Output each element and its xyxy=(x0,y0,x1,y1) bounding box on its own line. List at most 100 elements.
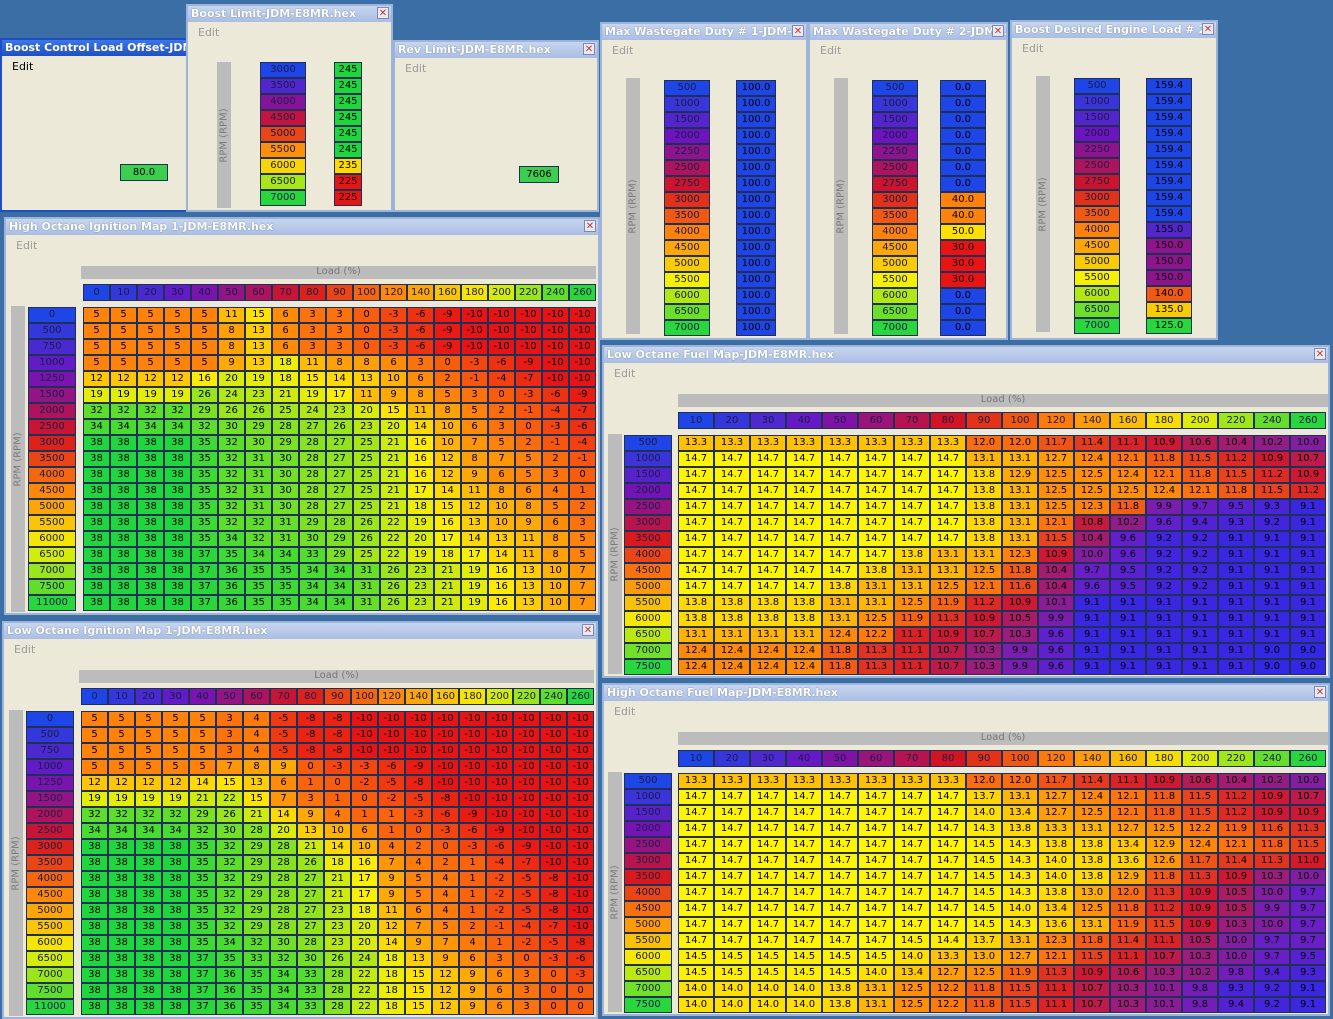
rpm-axis-cell[interactable]: 4500 xyxy=(1074,238,1120,254)
map-cell[interactable]: 37 xyxy=(191,579,218,595)
map-cell[interactable]: 14.7 xyxy=(786,917,822,933)
map-cell[interactable]: 30 xyxy=(245,435,272,451)
map-cell[interactable]: 12.4 xyxy=(678,659,714,675)
map-cell[interactable]: 10.9 xyxy=(1254,789,1290,805)
map-cell[interactable]: 31 xyxy=(353,595,380,611)
map-cell[interactable]: 11.8 xyxy=(822,659,858,675)
map-cell[interactable]: -9 xyxy=(569,387,596,403)
map-cell[interactable]: 5 xyxy=(542,499,569,515)
map-cell[interactable]: 14.7 xyxy=(930,515,966,531)
map-cell[interactable]: 10.9 xyxy=(1074,965,1110,981)
map-cell[interactable]: 9.0 xyxy=(1290,643,1326,659)
map-cell[interactable]: 28 xyxy=(270,919,297,935)
rpm-axis-cell[interactable]: 6000 xyxy=(28,531,76,547)
map-cell[interactable]: 34 xyxy=(299,579,326,595)
rpm-axis-cell[interactable]: 4000 xyxy=(664,224,710,240)
map-cell[interactable]: 38 xyxy=(81,999,108,1015)
map-cell[interactable]: 21 xyxy=(434,579,461,595)
map-cell[interactable]: 26 xyxy=(297,855,324,871)
map-cell[interactable]: 6 xyxy=(542,515,569,531)
load-axis-cell[interactable]: 30 xyxy=(750,412,786,429)
map-cell[interactable]: 9.1 xyxy=(1074,595,1110,611)
map-cell[interactable]: 11.5 xyxy=(1002,981,1038,997)
map-cell[interactable]: 5 xyxy=(83,355,110,371)
map-cell[interactable]: 9.8 xyxy=(1218,965,1254,981)
map-cell[interactable]: 9 xyxy=(297,807,324,823)
map-cell[interactable]: -10 xyxy=(542,339,569,355)
map-cell[interactable]: 14.7 xyxy=(786,579,822,595)
map-cell[interactable]: 38 xyxy=(81,983,108,999)
map-cell[interactable]: -10 xyxy=(567,759,594,775)
map-cell[interactable]: 7 xyxy=(270,791,297,807)
map-cell[interactable]: 29 xyxy=(243,839,270,855)
map-cell[interactable]: 11.2 xyxy=(1146,901,1182,917)
map-cell[interactable]: 31 xyxy=(245,483,272,499)
load-axis-cell[interactable]: 70 xyxy=(270,688,297,705)
map-cell[interactable]: 30 xyxy=(272,483,299,499)
map-cell[interactable]: -5 xyxy=(270,727,297,743)
map-cell[interactable]: 5 xyxy=(461,403,488,419)
map-cell[interactable]: 10.9 xyxy=(1182,917,1218,933)
low-octane-ignition-titlebar[interactable]: Low Octane Ignition Map 1-JDM-E8MR.hex ✕ xyxy=(4,623,596,639)
boost-offset-window[interactable]: Boost Control Load Offset-JDM... ✕ Edit … xyxy=(0,38,208,212)
map-cell[interactable]: -3 xyxy=(380,339,407,355)
map-cell[interactable]: 34 xyxy=(108,823,135,839)
map-cell[interactable]: 8 xyxy=(353,355,380,371)
map-cell[interactable]: 38 xyxy=(162,919,189,935)
map-cell[interactable]: -10 xyxy=(540,775,567,791)
map-cell[interactable]: 9.2 xyxy=(1146,579,1182,595)
value-cell[interactable]: 100.0 xyxy=(736,160,776,176)
map-cell[interactable]: 13.1 xyxy=(1002,789,1038,805)
map-cell[interactable]: 32 xyxy=(218,451,245,467)
map-cell[interactable]: 11.5 xyxy=(1290,837,1326,853)
map-cell[interactable]: 11.2 xyxy=(1290,483,1326,499)
map-cell[interactable]: 14.7 xyxy=(750,917,786,933)
map-cell[interactable]: 29 xyxy=(243,903,270,919)
load-axis-cell[interactable]: 260 xyxy=(567,688,594,705)
map-cell[interactable]: 14.7 xyxy=(678,885,714,901)
map-cell[interactable]: 14.7 xyxy=(822,515,858,531)
load-axis-cell[interactable]: 80 xyxy=(930,750,966,767)
map-cell[interactable]: 11.8 xyxy=(966,981,1002,997)
map-cell[interactable]: 11.8 xyxy=(966,997,1002,1013)
map-cell[interactable]: 13.1 xyxy=(1002,933,1038,949)
map-cell[interactable]: 12.3 xyxy=(1002,547,1038,563)
map-cell[interactable]: 10.3 xyxy=(1218,917,1254,933)
map-cell[interactable]: 12.1 xyxy=(1110,789,1146,805)
map-cell[interactable]: 32 xyxy=(216,903,243,919)
map-cell[interactable]: 14.7 xyxy=(894,837,930,853)
rpm-axis-cell[interactable]: 3000 xyxy=(872,192,918,208)
value-cell[interactable]: 150.0 xyxy=(1146,238,1192,254)
map-cell[interactable]: 15 xyxy=(216,775,243,791)
map-cell[interactable]: 14.7 xyxy=(750,467,786,483)
map-cell[interactable]: -10 xyxy=(459,775,486,791)
rpm-axis-cell[interactable]: 2500 xyxy=(1074,158,1120,174)
map-cell[interactable]: 8 xyxy=(542,531,569,547)
map-cell[interactable]: 13.3 xyxy=(822,435,858,451)
rev-limit-window[interactable]: Rev Limit-JDM-E8MR.hex ✕ Edit 7606 xyxy=(393,40,599,212)
map-cell[interactable]: 25 xyxy=(272,403,299,419)
map-cell[interactable]: 9.2 xyxy=(1182,547,1218,563)
map-cell[interactable]: 11.5 xyxy=(1218,467,1254,483)
value-cell[interactable]: 135.0 xyxy=(1146,302,1192,318)
map-cell[interactable]: 14.7 xyxy=(822,837,858,853)
map-cell[interactable]: 9.5 xyxy=(1290,949,1326,965)
map-cell[interactable]: -3 xyxy=(540,951,567,967)
map-cell[interactable]: 11.9 xyxy=(1110,917,1146,933)
map-cell[interactable]: 32 xyxy=(216,855,243,871)
map-cell[interactable]: 20 xyxy=(351,919,378,935)
map-cell[interactable]: -10 xyxy=(515,307,542,323)
map-cell[interactable]: 38 xyxy=(135,935,162,951)
rpm-axis-cell[interactable]: 6500 xyxy=(624,965,672,981)
load-axis-cell[interactable]: 220 xyxy=(1218,750,1254,767)
max-wastegate-2-window[interactable]: Max Wastegate Duty # 2-JDM... ✕ Edit RPM… xyxy=(808,22,1008,340)
map-cell[interactable]: 10.9 xyxy=(1182,901,1218,917)
edit-menu[interactable]: Edit xyxy=(405,62,426,75)
map-cell[interactable]: 35 xyxy=(191,531,218,547)
map-cell[interactable]: 5 xyxy=(108,743,135,759)
map-cell[interactable]: 11.3 xyxy=(1146,885,1182,901)
map-cell[interactable]: 12.5 xyxy=(1146,821,1182,837)
map-cell[interactable]: 14 xyxy=(407,419,434,435)
map-cell[interactable]: 35 xyxy=(218,547,245,563)
map-cell[interactable]: 38 xyxy=(164,547,191,563)
